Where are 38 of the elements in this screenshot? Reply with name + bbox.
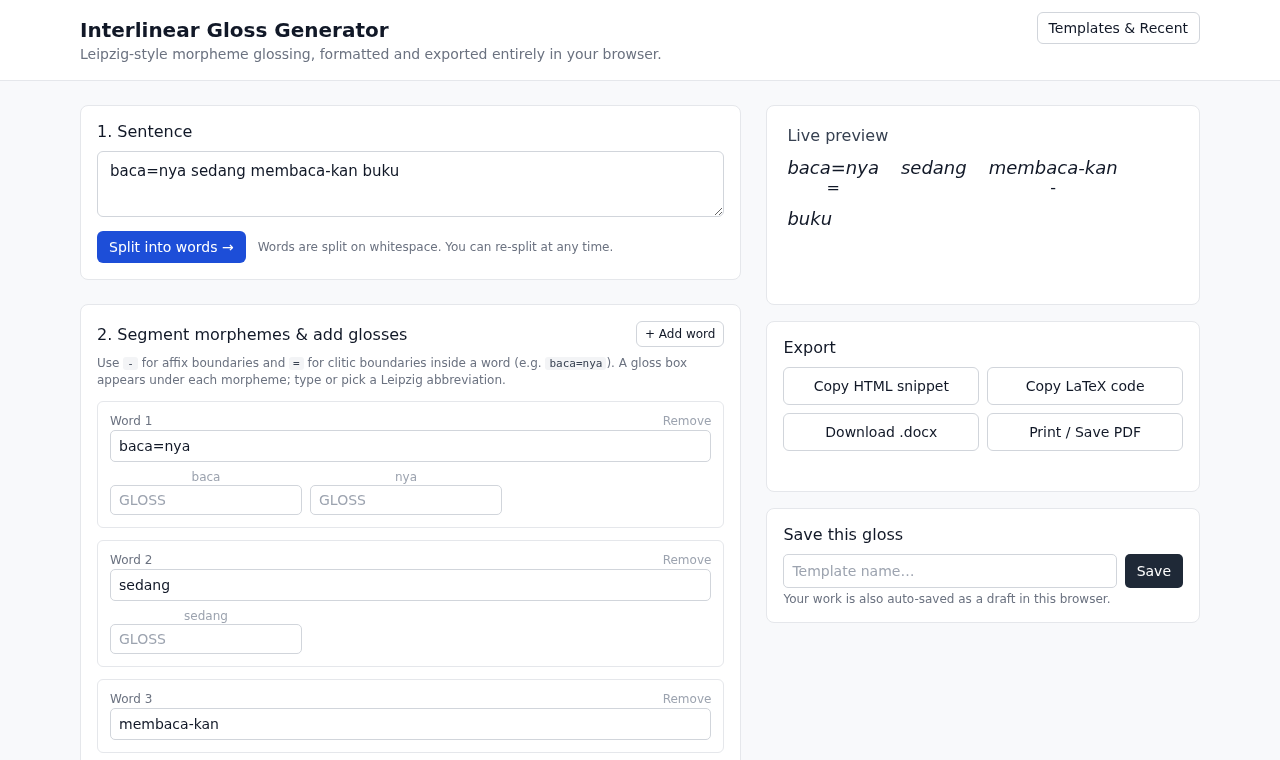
word-label: Word 3 xyxy=(110,691,153,706)
templates-button[interactable]: Templates & Recent xyxy=(1036,12,1200,44)
app-title: Interlinear Gloss Generator xyxy=(80,18,390,42)
preview-word: baca=nya xyxy=(787,157,879,178)
word-label: Word 1 xyxy=(110,413,153,428)
word-field[interactable]: membaca-kan xyxy=(110,707,712,740)
split-button[interactable]: Split into words → xyxy=(97,231,246,263)
section-heading: 1. Sentence xyxy=(97,122,194,141)
preview-word: buku xyxy=(787,208,833,229)
word-label: Word 2 xyxy=(110,552,153,567)
export-button[interactable]: Copy LaTeX code xyxy=(987,367,1183,405)
section-heading: Export xyxy=(783,338,837,357)
autosave-note: Your work is also auto-saved as a draft in this browser. xyxy=(783,592,1112,606)
word-field[interactable]: baca=nya xyxy=(110,429,712,462)
split-hint: Words are split on whitespace. You can re-split at any time. xyxy=(257,240,614,254)
gloss-field[interactable]: GLOSS xyxy=(110,484,302,515)
preview-word: membaca-kan xyxy=(988,157,1118,178)
gloss-field[interactable]: GLOSS xyxy=(110,623,302,654)
boundary-mark: = xyxy=(826,178,840,197)
section-heading: 2. Segment morphemes & add glosses xyxy=(97,324,408,344)
export-button[interactable]: Print / Save PDF xyxy=(987,413,1183,451)
export-button[interactable]: Download .docx xyxy=(783,413,980,451)
app-subtitle: Leipzig-style morpheme glossing, formatted and exported entirely in your browser. xyxy=(80,46,662,62)
template-name-field[interactable]: Template name… xyxy=(783,554,1117,588)
boundary-mark: - xyxy=(1050,178,1057,197)
instructions-text: Use - for affix boundaries and = for clitic boundaries inside a word (e.g. baca=nya ). A gloss box appears under each morpheme; type or pick a Leipzig abbreviation. xyxy=(97,355,688,389)
morpheme-label: baca xyxy=(191,469,221,484)
preview-heading: Live preview xyxy=(787,126,890,145)
save-button[interactable]: Save xyxy=(1124,554,1183,588)
sentence-field[interactable]: baca=nya sedang membaca-kan buku xyxy=(97,151,725,217)
add-word-button[interactable]: + Add word xyxy=(635,321,725,347)
preview-word: sedang xyxy=(900,157,967,178)
morpheme-label: sedang xyxy=(184,608,228,623)
gloss-field[interactable]: GLOSS xyxy=(310,484,502,515)
section-heading: Save this gloss xyxy=(783,525,905,544)
morpheme-label: nya xyxy=(394,469,418,484)
word-field[interactable]: sedang xyxy=(110,568,712,601)
export-button[interactable]: Copy HTML snippet xyxy=(783,367,980,405)
